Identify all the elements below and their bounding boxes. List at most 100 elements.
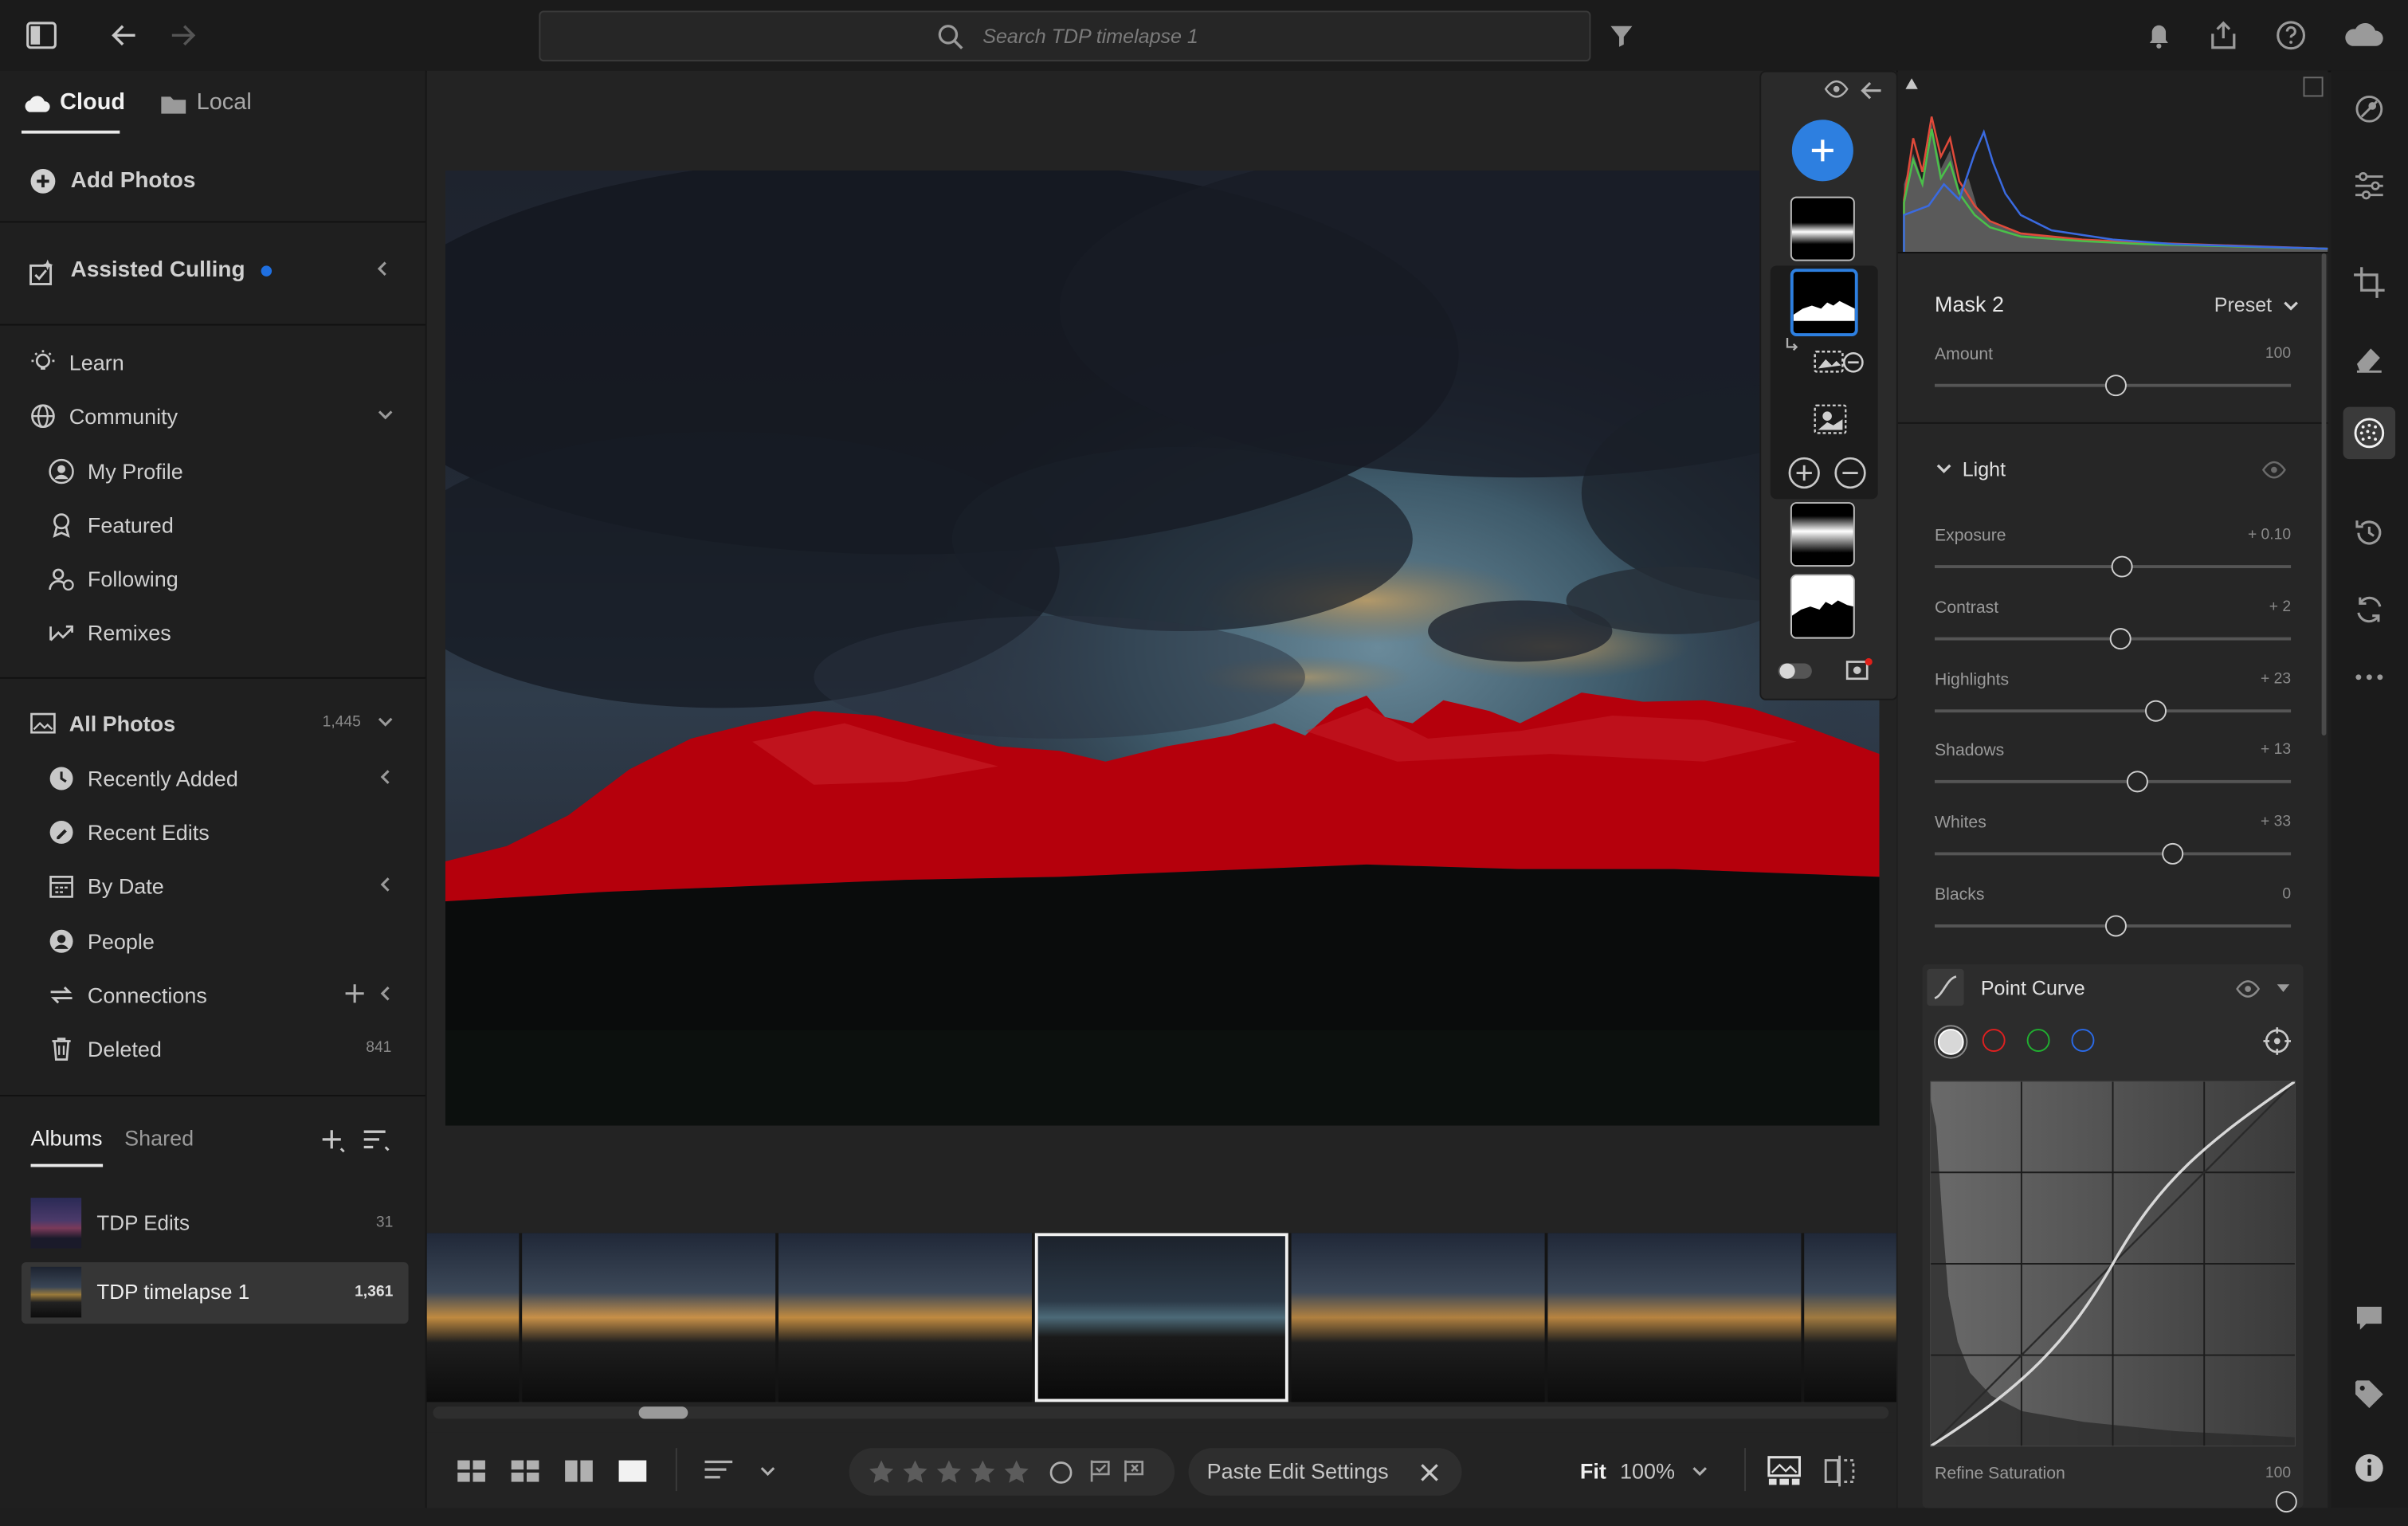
add-mask-icon[interactable] bbox=[1787, 456, 1821, 489]
mask-thumbnail-4[interactable] bbox=[1790, 574, 1855, 639]
scrollbar-thumb[interactable] bbox=[638, 1406, 688, 1419]
slider-value[interactable]: + 33 bbox=[2261, 814, 2291, 830]
compare-view-icon[interactable] bbox=[563, 1459, 594, 1484]
filmstrip-thumbnail-selected[interactable] bbox=[1034, 1233, 1288, 1402]
select-sky-icon[interactable] bbox=[1814, 404, 1847, 435]
select-landscape-subtract-icon[interactable] bbox=[1814, 348, 1866, 376]
sidebar-item-by-date[interactable]: By Date bbox=[0, 860, 426, 912]
filmstrip-thumbnail[interactable] bbox=[1547, 1233, 1802, 1402]
sidebar-item-learn[interactable]: Learn bbox=[0, 336, 426, 389]
photo-grid-icon[interactable] bbox=[510, 1459, 541, 1484]
curve-channel-red[interactable] bbox=[1982, 1029, 2006, 1052]
share-icon[interactable] bbox=[2206, 18, 2240, 52]
panel-toggle-icon[interactable] bbox=[25, 18, 58, 52]
more-options-icon[interactable] bbox=[2352, 661, 2386, 694]
sidebar-item-recent-edits[interactable]: Recent Edits bbox=[0, 806, 426, 859]
album-item[interactable]: TDP Edits 31 bbox=[22, 1195, 409, 1253]
sort-icon[interactable] bbox=[363, 1128, 390, 1153]
caret-down-icon[interactable] bbox=[2276, 983, 2291, 994]
overlay-toggle-switch[interactable] bbox=[1777, 662, 1814, 681]
slider-value[interactable]: + 0.10 bbox=[2248, 527, 2291, 543]
unflag-circle-icon[interactable] bbox=[1049, 1461, 1073, 1485]
preset-dropdown[interactable]: Preset bbox=[2214, 293, 2272, 316]
chevron-left-icon[interactable] bbox=[376, 768, 394, 787]
forward-arrow-icon[interactable] bbox=[166, 18, 199, 52]
chevron-down-icon[interactable] bbox=[2282, 298, 2300, 313]
chevron-left-icon[interactable] bbox=[376, 984, 394, 1002]
slider-value[interactable]: + 13 bbox=[2261, 742, 2291, 759]
create-mask-button[interactable] bbox=[1791, 120, 1853, 182]
filmstrip-thumbnail[interactable] bbox=[522, 1233, 776, 1402]
filmstrip-thumbnail[interactable] bbox=[1804, 1233, 1896, 1402]
sidebar-item-connections[interactable]: Connections bbox=[0, 969, 426, 1022]
panel-scrollbar[interactable] bbox=[2321, 253, 2327, 736]
light-collapse-chevron-icon[interactable] bbox=[1935, 461, 1953, 476]
close-icon[interactable] bbox=[1419, 1462, 1441, 1484]
slider-value[interactable]: + 2 bbox=[2269, 599, 2291, 616]
curve-icon[interactable] bbox=[1927, 968, 1964, 1006]
eye-icon[interactable] bbox=[2236, 979, 2261, 998]
zoom-level[interactable]: 100% bbox=[1620, 1459, 1675, 1484]
amount-slider[interactable]: Amount 100 bbox=[1935, 346, 2292, 407]
slider-track[interactable] bbox=[1935, 852, 2292, 856]
sidebar-item-following[interactable]: Following bbox=[0, 553, 426, 606]
paste-edit-settings-button[interactable]: Paste Edit Settings bbox=[1207, 1459, 1389, 1484]
slider-track[interactable] bbox=[1935, 779, 2292, 783]
light-section-title[interactable]: Light bbox=[1963, 457, 2006, 481]
curve-channel-rgb[interactable] bbox=[1937, 1029, 1964, 1055]
slider-value[interactable]: 100 bbox=[2265, 346, 2291, 363]
sidebar-item-recently-added[interactable]: Recently Added bbox=[0, 752, 426, 805]
chevron-left-icon[interactable] bbox=[373, 260, 391, 278]
overlay-settings-icon[interactable] bbox=[1845, 657, 1873, 682]
slider-knob[interactable] bbox=[2144, 700, 2167, 722]
shadows-slider[interactable]: Shadows + 13 bbox=[1935, 742, 2292, 803]
slider-knob[interactable] bbox=[2127, 771, 2149, 793]
back-arrow-icon[interactable] bbox=[108, 18, 141, 52]
edit-sliders-icon[interactable] bbox=[2352, 169, 2386, 202]
slider-knob[interactable] bbox=[2111, 555, 2133, 578]
create-album-icon[interactable] bbox=[320, 1127, 347, 1155]
detail-view-icon[interactable] bbox=[618, 1459, 649, 1484]
pick-flag-icon[interactable] bbox=[1088, 1459, 1113, 1484]
eye-icon[interactable] bbox=[1824, 80, 1849, 98]
eye-icon[interactable] bbox=[2261, 461, 2286, 479]
sidebar-item-remixes[interactable]: Remixes bbox=[0, 606, 426, 659]
sidebar-item-all-photos[interactable]: All Photos 1,445 bbox=[0, 697, 426, 750]
square-grid-icon[interactable] bbox=[456, 1459, 487, 1484]
zoom-fit-button[interactable]: Fit bbox=[1580, 1459, 1606, 1484]
filter-icon[interactable] bbox=[1605, 18, 1638, 52]
slider-track[interactable] bbox=[1935, 709, 2292, 713]
chevron-down-icon[interactable] bbox=[1691, 1463, 1709, 1478]
collapse-arrow-icon[interactable] bbox=[1860, 80, 1884, 101]
mask-thumbnail-1[interactable] bbox=[1790, 196, 1855, 261]
before-after-icon[interactable] bbox=[1822, 1454, 1856, 1488]
sort-lines-icon[interactable] bbox=[704, 1459, 737, 1484]
versions-sync-icon[interactable] bbox=[2352, 593, 2386, 626]
target-adjust-icon[interactable] bbox=[2263, 1027, 2292, 1055]
filmstrip-thumbnail[interactable] bbox=[778, 1233, 1032, 1402]
curve-channel-blue[interactable] bbox=[2071, 1029, 2095, 1052]
slider-knob[interactable] bbox=[2275, 1491, 2297, 1513]
album-item-selected[interactable]: TDP timelapse 1 1,361 bbox=[21, 1261, 409, 1324]
info-icon[interactable] bbox=[2352, 1451, 2386, 1485]
filmstrip-thumbnail[interactable] bbox=[1291, 1233, 1545, 1402]
sidebar-item-my-profile[interactable]: My Profile bbox=[0, 445, 426, 498]
slider-knob[interactable] bbox=[2105, 915, 2128, 937]
chevron-down-icon[interactable] bbox=[376, 712, 394, 731]
search-input[interactable]: Search TDP timelapse 1 bbox=[539, 10, 1591, 62]
slider-knob[interactable] bbox=[2163, 842, 2185, 865]
history-icon[interactable] bbox=[2352, 516, 2386, 549]
add-photos-button[interactable]: Add Photos bbox=[0, 155, 426, 208]
sidebar-item-people[interactable]: People bbox=[0, 915, 426, 967]
slider-value[interactable]: 100 bbox=[2265, 1465, 2291, 1481]
cloud-sync-icon[interactable] bbox=[2340, 18, 2386, 52]
slider-value[interactable]: + 23 bbox=[2261, 671, 2291, 688]
mask-thumbnail-3[interactable] bbox=[1790, 502, 1855, 567]
add-icon[interactable] bbox=[344, 983, 366, 1004]
bell-icon[interactable] bbox=[2142, 18, 2175, 52]
chevron-down-icon[interactable] bbox=[759, 1463, 777, 1478]
whites-slider[interactable]: Whites + 33 bbox=[1935, 814, 2292, 875]
blacks-slider[interactable]: Blacks 0 bbox=[1935, 886, 2292, 947]
curve-channel-green[interactable] bbox=[2026, 1029, 2050, 1052]
main-photo[interactable] bbox=[445, 170, 1880, 1126]
